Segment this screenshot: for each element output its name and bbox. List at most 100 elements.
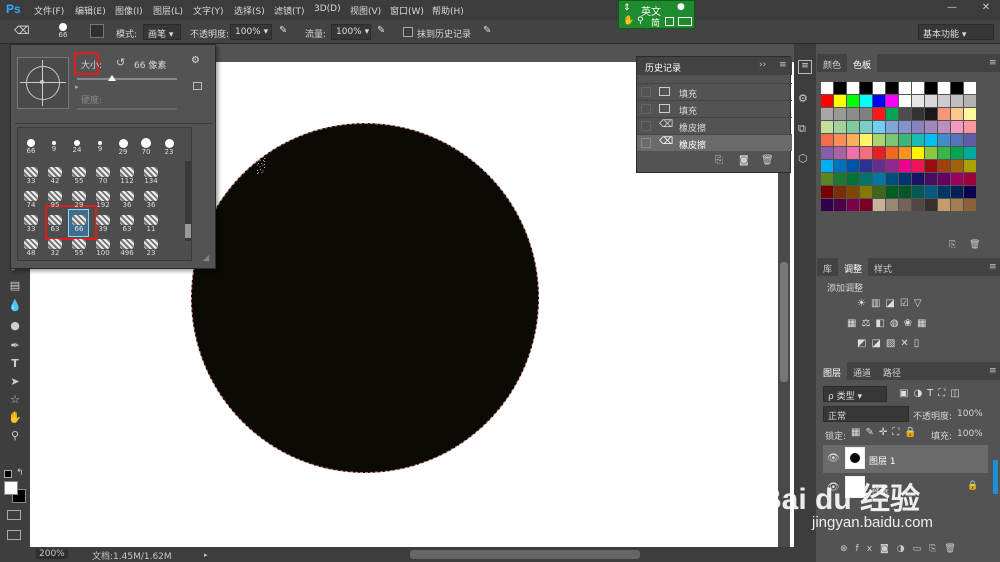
clone-source-dock-icon[interactable]: ⧉ xyxy=(798,122,806,136)
brush-preset[interactable]: 39 xyxy=(93,213,113,239)
preset-scroll-thumb[interactable] xyxy=(185,224,191,238)
new-swatch-icon[interactable]: ⎘ xyxy=(949,240,956,250)
color-swatch[interactable] xyxy=(860,160,872,172)
lock-icons[interactable]: ▦✎✛⛶🔒 xyxy=(851,427,922,438)
layer-opacity-value[interactable]: 100% xyxy=(957,409,983,419)
color-swatch[interactable] xyxy=(821,121,833,133)
color-swatch[interactable] xyxy=(886,134,898,146)
color-swatch[interactable] xyxy=(873,121,885,133)
color-swatch[interactable] xyxy=(925,134,937,146)
color-swatch[interactable] xyxy=(860,108,872,120)
color-swatch[interactable] xyxy=(912,160,924,172)
resize-grip-icon[interactable]: ◢ xyxy=(203,253,209,262)
color-swatch[interactable] xyxy=(899,173,911,185)
history-title[interactable]: 历史记录 xyxy=(645,61,681,74)
document-size[interactable]: 文档:1.45M/1.62M xyxy=(92,549,172,562)
tab-paths[interactable]: 路径 xyxy=(877,362,908,380)
history-item-current[interactable]: ⌫ 橡皮擦 xyxy=(637,134,792,151)
reset-size-icon[interactable]: ↺ xyxy=(116,56,125,69)
color-swatch[interactable] xyxy=(925,121,937,133)
brush-preset[interactable]: 74 xyxy=(21,189,41,215)
color-swatch[interactable] xyxy=(860,199,872,211)
color-swatch[interactable] xyxy=(886,199,898,211)
color-swatch[interactable] xyxy=(938,173,950,185)
adjustment-icons-row2[interactable]: ▦⚖◧◍❀▦ xyxy=(847,318,931,329)
color-swatch[interactable] xyxy=(899,199,911,211)
color-swatch[interactable] xyxy=(964,199,976,211)
menu-layer[interactable]: 图层(L) xyxy=(153,4,183,17)
color-swatch[interactable] xyxy=(925,160,937,172)
color-swatch[interactable] xyxy=(847,82,859,94)
eraser-tool-icon[interactable]: ⌫ xyxy=(14,24,30,40)
adjustment-icons-row3[interactable]: ◩◪▨✕▯ xyxy=(857,338,924,349)
brush-preset[interactable]: 33 xyxy=(21,165,41,191)
color-swatch[interactable] xyxy=(925,108,937,120)
dodge-tool-icon[interactable]: ● xyxy=(5,318,25,334)
color-swatch[interactable] xyxy=(925,147,937,159)
brush-preset[interactable]: 36 xyxy=(117,189,137,215)
color-swatch[interactable] xyxy=(873,199,885,211)
menu-window[interactable]: 窗口(W) xyxy=(390,4,424,17)
color-swatch[interactable] xyxy=(951,82,963,94)
color-swatch[interactable] xyxy=(886,95,898,107)
color-swatch[interactable] xyxy=(951,199,963,211)
color-swatch[interactable] xyxy=(964,147,976,159)
color-swatch[interactable] xyxy=(938,108,950,120)
color-swatch[interactable] xyxy=(821,147,833,159)
color-swatch[interactable] xyxy=(860,134,872,146)
zoom-tool-icon[interactable]: ⚲ xyxy=(5,428,25,444)
pressure-opacity-icon[interactable]: ✎ xyxy=(279,25,293,39)
color-swatch[interactable] xyxy=(912,134,924,146)
color-swatch[interactable] xyxy=(847,173,859,185)
color-swatch[interactable] xyxy=(886,147,898,159)
close-button[interactable]: ✕ xyxy=(978,2,994,16)
color-swatch[interactable] xyxy=(951,186,963,198)
color-swatch[interactable] xyxy=(925,95,937,107)
swap-colors-icon[interactable]: ↰ xyxy=(16,468,24,478)
color-swatch[interactable] xyxy=(834,95,846,107)
color-swatch[interactable] xyxy=(899,134,911,146)
color-panel-menu-icon[interactable]: ≡ xyxy=(989,58,997,68)
color-swatch[interactable] xyxy=(938,160,950,172)
brush-preset-picker[interactable]: 66 xyxy=(52,22,74,42)
color-swatch[interactable] xyxy=(912,186,924,198)
color-swatch[interactable] xyxy=(951,108,963,120)
tab-adjustments[interactable]: 调整 xyxy=(838,258,869,276)
brush-preset[interactable]: 112 xyxy=(117,165,137,191)
color-swatch[interactable] xyxy=(860,121,872,133)
brush-preset[interactable]: 9 xyxy=(44,131,64,157)
color-swatch[interactable] xyxy=(886,173,898,185)
brush-preset[interactable]: 11 xyxy=(141,213,161,239)
tab-color[interactable]: 颜色 xyxy=(817,54,848,72)
path-selection-tool-icon[interactable]: ➤ xyxy=(5,374,25,390)
color-swatch[interactable] xyxy=(951,147,963,159)
zoom-level[interactable]: 200% xyxy=(36,549,68,559)
color-swatch[interactable] xyxy=(834,147,846,159)
collapse-icon[interactable]: ›› xyxy=(759,60,766,70)
tab-styles[interactable]: 样式 xyxy=(868,258,899,276)
color-swatch[interactable] xyxy=(951,121,963,133)
layers-scroll-indicator[interactable] xyxy=(993,460,998,494)
color-swatch[interactable] xyxy=(925,199,937,211)
color-swatch[interactable] xyxy=(860,186,872,198)
color-swatch[interactable] xyxy=(821,160,833,172)
brush-preset[interactable]: 192 xyxy=(93,189,113,215)
size-slider-thumb[interactable] xyxy=(108,75,116,81)
preset-list-scrollbar[interactable] xyxy=(185,161,191,241)
brush-preset[interactable]: 23 xyxy=(141,237,161,263)
gradient-tool-icon[interactable]: ▤ xyxy=(5,278,25,294)
color-swatch[interactable] xyxy=(860,173,872,185)
brush-preset[interactable]: 55 xyxy=(69,165,89,191)
black-circle-selection[interactable] xyxy=(191,123,539,473)
menu-view[interactable]: 视图(V) xyxy=(350,4,381,17)
history-snapshot-box[interactable] xyxy=(641,138,651,148)
color-swatch[interactable] xyxy=(964,160,976,172)
menu-image[interactable]: 图像(I) xyxy=(115,4,143,17)
brush-preset[interactable]: 63 xyxy=(117,213,137,239)
color-swatch[interactable] xyxy=(834,199,846,211)
history-snapshot-box[interactable] xyxy=(641,104,651,114)
color-swatch[interactable] xyxy=(821,134,833,146)
adjustment-icons-row1[interactable]: ☀▥◪☑▽ xyxy=(857,298,927,309)
color-swatch[interactable] xyxy=(964,95,976,107)
snapshot-camera-icon[interactable]: ◙ xyxy=(739,155,749,166)
